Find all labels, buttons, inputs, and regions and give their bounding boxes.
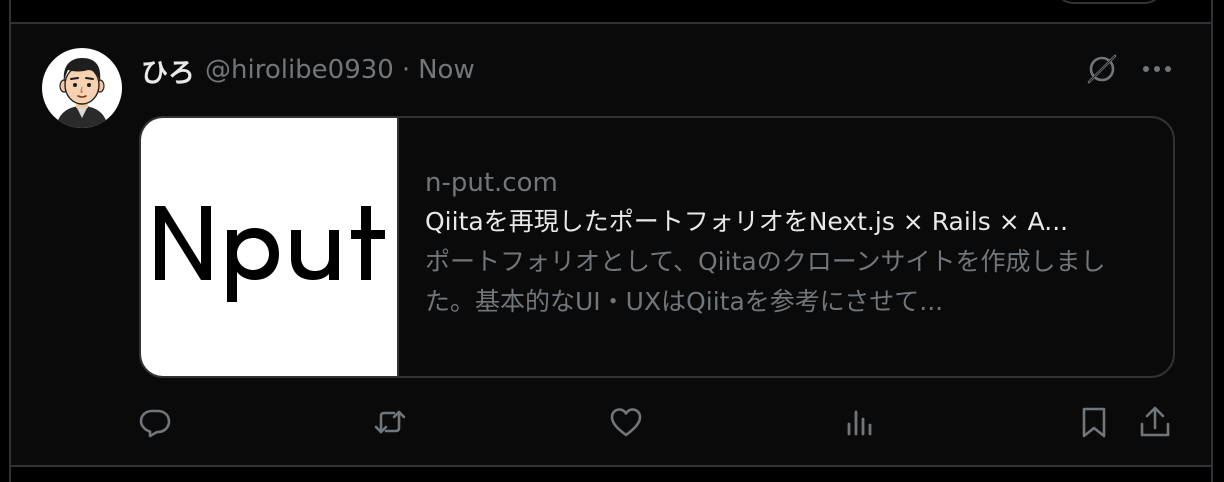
grok-button[interactable] [1085, 52, 1119, 86]
link-description: ポートフォリオとして、Qiitaのクローンサイトを作成しました。基本的なUI・U… [425, 247, 1106, 316]
share-icon [1140, 406, 1170, 437]
link-preview-card[interactable]: n-put.com Qiitaを再現したポートフォリオをNext.js × Ra… [139, 116, 1175, 378]
link-title: Qiitaを再現したポートフォリオをNext.js × Rails × A... [425, 207, 1069, 236]
avatar[interactable] [42, 48, 122, 128]
post-timestamp[interactable]: Now [418, 55, 475, 85]
bookmark-button[interactable] [1076, 404, 1112, 440]
more-button[interactable] [1139, 52, 1175, 86]
heart-icon [610, 408, 642, 437]
like-button[interactable] [608, 404, 644, 440]
link-domain: n-put.com [425, 168, 558, 198]
author-display-name[interactable]: ひろ [141, 51, 195, 90]
post-header: ひろ @hirolibe0930 · Now [141, 51, 475, 90]
bookmark-icon [1082, 407, 1106, 438]
more-horizontal-icon [1143, 66, 1171, 72]
reply-button[interactable] [137, 404, 173, 440]
link-thumbnail [141, 118, 399, 376]
share-button[interactable] [1137, 404, 1173, 440]
post-divider-bottom [9, 465, 1213, 467]
grok-icon [1087, 54, 1117, 84]
header-separator: · [401, 55, 411, 85]
repost-icon [374, 410, 406, 434]
cartoon-man-avatar-icon [56, 58, 108, 128]
reply-icon [139, 409, 171, 438]
link-card-body: n-put.com Qiitaを再現したポートフォリオをNext.js × Ra… [425, 164, 1151, 322]
timeline: ひろ @hirolibe0930 · Now n-put.com Qiitaを再… [0, 0, 1224, 482]
previous-post-button-edge[interactable] [1055, 0, 1163, 4]
repost-button[interactable] [372, 404, 408, 440]
analytics-icon [847, 410, 872, 436]
nput-logo [155, 206, 385, 302]
timeline-border-right [1211, 0, 1213, 482]
author-handle[interactable]: @hirolibe0930 [205, 55, 394, 85]
views-button[interactable] [842, 404, 878, 440]
post[interactable]: ひろ @hirolibe0930 · Now n-put.com Qiitaを再… [11, 24, 1211, 465]
